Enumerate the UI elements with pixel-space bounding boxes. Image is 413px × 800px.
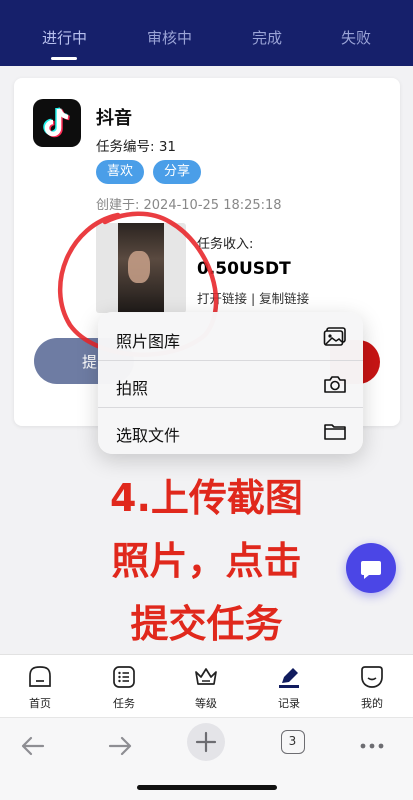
active-tab-indicator bbox=[51, 57, 77, 60]
income-label: 任务收入: bbox=[197, 237, 254, 252]
home-icon bbox=[29, 666, 51, 687]
submit-button-label: 提 bbox=[82, 353, 98, 371]
new-tab-plus-icon[interactable] bbox=[187, 723, 225, 761]
nav-home[interactable]: 首页 bbox=[10, 655, 70, 718]
record-edit-icon bbox=[279, 668, 299, 688]
back-arrow-icon[interactable] bbox=[18, 732, 48, 760]
nav-tasks[interactable]: 任务 bbox=[94, 655, 154, 718]
annotation-line-1: 4.上传截图 bbox=[110, 476, 303, 520]
income-value: 0.50USDT bbox=[197, 259, 291, 279]
chat-fab-button[interactable] bbox=[346, 543, 396, 593]
nav-profile[interactable]: 我的 bbox=[342, 655, 402, 718]
choose-file-label: 选取文件 bbox=[116, 426, 181, 445]
upload-action-sheet: 照片图库 拍照 选取文件 bbox=[98, 312, 363, 454]
bottom-navigation: 首页 任务 等级 记录 我的 bbox=[0, 654, 413, 717]
nav-tasks-label: 任务 bbox=[113, 697, 135, 710]
crown-icon bbox=[195, 668, 217, 685]
tab-switcher-button[interactable]: 3 bbox=[281, 730, 305, 754]
nav-records[interactable]: 记录 bbox=[259, 655, 319, 718]
top-tab-bar: 进行中 审核中 完成 失败 bbox=[0, 0, 413, 66]
chat-bubble-icon bbox=[361, 561, 381, 579]
take-photo-label: 拍照 bbox=[116, 379, 149, 398]
app-name: 抖音 bbox=[96, 108, 132, 129]
tab-in-progress[interactable]: 进行中 bbox=[42, 27, 87, 48]
tab-count: 3 bbox=[288, 734, 297, 748]
nav-level[interactable]: 等级 bbox=[176, 655, 236, 718]
nav-home-label: 首页 bbox=[29, 697, 51, 710]
choose-file-option[interactable]: 选取文件 bbox=[98, 408, 363, 454]
tag-share: 分享 bbox=[153, 160, 201, 184]
take-photo-option[interactable]: 拍照 bbox=[98, 361, 363, 408]
open-copy-links[interactable]: 打开链接 | 复制链接 bbox=[197, 288, 309, 307]
more-options-icon[interactable] bbox=[357, 732, 387, 760]
annotation-line-3: 提交任务 bbox=[130, 602, 283, 646]
tiktok-logo-icon bbox=[33, 99, 81, 147]
nav-profile-label: 我的 bbox=[361, 697, 383, 710]
profile-icon bbox=[361, 666, 383, 688]
forward-arrow-icon[interactable] bbox=[105, 732, 135, 760]
nav-records-label: 记录 bbox=[278, 697, 300, 710]
tab-completed[interactable]: 完成 bbox=[252, 27, 282, 48]
tag-like: 喜欢 bbox=[96, 160, 144, 184]
folder-icon bbox=[324, 424, 346, 440]
task-list-icon bbox=[113, 666, 135, 688]
camera-icon bbox=[324, 376, 346, 393]
photo-library-icon bbox=[323, 327, 346, 346]
home-indicator bbox=[137, 785, 277, 790]
task-number: 任务编号: 31 bbox=[96, 139, 177, 155]
task-thumbnail[interactable] bbox=[96, 223, 186, 313]
tab-failed[interactable]: 失败 bbox=[341, 27, 371, 48]
nav-level-label: 等级 bbox=[195, 697, 217, 710]
created-time: 创建于: 2024-10-25 18:25:18 bbox=[96, 198, 282, 213]
photo-library-option[interactable]: 照片图库 bbox=[98, 314, 363, 361]
photo-library-label: 照片图库 bbox=[116, 332, 181, 351]
tab-under-review[interactable]: 审核中 bbox=[147, 27, 192, 48]
